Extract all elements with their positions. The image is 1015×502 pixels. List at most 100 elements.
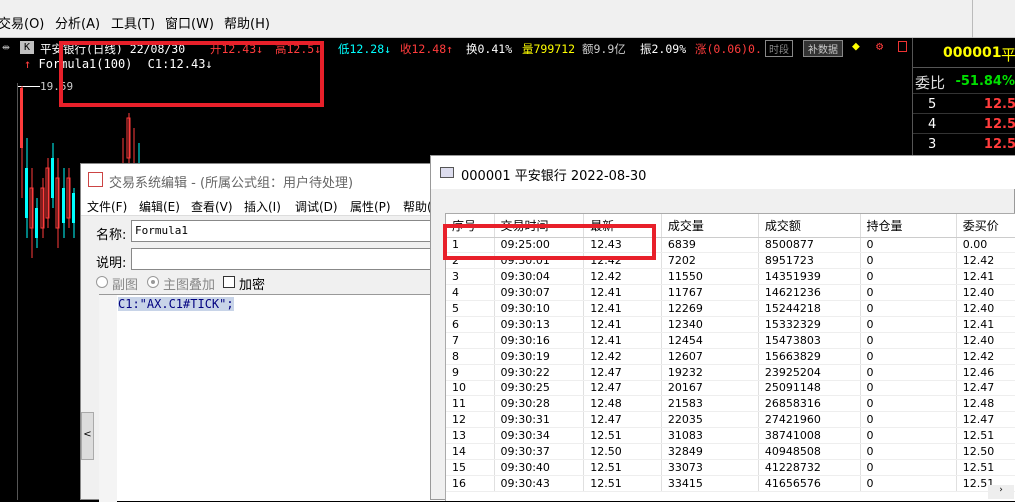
table-cell: 9: [446, 364, 495, 381]
menu-trade[interactable]: 交易(O): [0, 13, 44, 32]
table-cell: 31083: [661, 427, 759, 445]
candle-body: [25, 168, 28, 218]
table-cell: 0: [860, 252, 957, 270]
toolbar-divider: [972, 0, 973, 38]
formula-description-input[interactable]: [131, 248, 449, 270]
table-row[interactable]: 8 09:30:19 12.42 12607 15663829 0 12.42: [446, 348, 1015, 365]
table-cell: 12.46: [956, 364, 1015, 381]
menu-window[interactable]: 窗口(W): [165, 13, 214, 32]
table-cell: 40948508: [758, 443, 861, 460]
candle-body: [35, 208, 38, 238]
table-row[interactable]: 12 09:30:31 12.47 22035 27421960 0 12.47: [446, 411, 1015, 429]
table-row[interactable]: 16 09:30:43 12.51 33415 41656576 0 12.51: [446, 475, 1015, 492]
collapse-left-icon[interactable]: <: [81, 412, 94, 460]
formula-editor-menubar: 文件(F) 编辑(E) 查看(V) 插入(I) 调试(D) 属性(P) 帮助(: [81, 194, 449, 216]
table-cell: 20167: [661, 380, 759, 397]
table-row[interactable]: 5 09:30:10 12.41 12269 15244218 0 12.40: [446, 300, 1015, 317]
tick-data-window: 000001 平安银行 2022-08-30 序号 交易时间 最新 成交量 成交额 持仓量…: [430, 155, 1015, 501]
table-row[interactable]: 10 09:30:25 12.47 20167 25091148 0 12.47: [446, 380, 1015, 397]
weibi-label: 委比: [915, 74, 946, 92]
table-cell: 19232: [661, 364, 759, 381]
table-cell: 12.41: [956, 316, 1015, 333]
table-cell: 11550: [661, 268, 759, 286]
table-cell: 0: [860, 316, 957, 333]
table-row[interactable]: 14 09:30:37 12.50 32849 40948508 0 12.50: [446, 443, 1015, 460]
main-menubar: 交易(O) 分析(A) 工具(T) 窗口(W) 帮助(H): [0, 0, 1015, 38]
table-row[interactable]: 15 09:30:40 12.51 33073 41228732 0 12.51: [446, 459, 1015, 476]
table-cell: 33073: [661, 459, 759, 476]
table-cell: 09:30:07: [494, 284, 585, 302]
table-row[interactable]: 6 09:30:13 12.41 12340 15332329 0 12.41: [446, 316, 1015, 333]
table-cell: 12.41: [583, 284, 662, 302]
column-header[interactable]: 成交额: [758, 214, 861, 238]
weibi-value: -51.84%: [955, 74, 1015, 89]
ask-level-price: 12.5: [983, 97, 1015, 112]
fe-menu-insert[interactable]: 插入(I): [244, 198, 281, 215]
table-cell: 15663829: [758, 348, 861, 365]
fe-menu-file[interactable]: 文件(F): [87, 198, 127, 215]
column-header[interactable]: 持仓量: [860, 214, 957, 238]
fe-menu-debug[interactable]: 调试(D): [295, 198, 338, 215]
table-cell: 0: [860, 332, 957, 349]
table-cell: 11767: [661, 284, 759, 302]
sub-chart-label: 副图: [112, 278, 139, 293]
column-header[interactable]: 委买价: [956, 214, 1015, 238]
fe-menu-edit[interactable]: 编辑(E): [139, 198, 180, 215]
quote-divider: [913, 67, 1015, 68]
table-cell: 0: [860, 364, 957, 381]
table-cell: 12: [446, 411, 495, 429]
ask-level-3: 3 12.5: [913, 133, 1015, 153]
table-row[interactable]: 7 09:30:16 12.41 12454 15473803 0 12.40: [446, 332, 1015, 349]
sub-chart-radio[interactable]: [96, 276, 108, 288]
tick-window-titlebar[interactable]: 000001 平安银行 2022-08-30: [431, 156, 1015, 189]
table-cell: 0: [860, 268, 957, 286]
table-cell: 6839: [661, 237, 759, 254]
candle-body: [20, 88, 23, 148]
table-cell: 12.40: [956, 284, 1015, 302]
column-header[interactable]: 成交量: [661, 214, 759, 238]
encrypt-checkbox[interactable]: [223, 276, 235, 288]
table-cell: 12.51: [956, 427, 1015, 445]
table-cell: 09:30:34: [494, 427, 585, 445]
table-cell: 11: [446, 395, 495, 413]
table-row[interactable]: 13 09:30:34 12.51 31083 38741008 0 12.51: [446, 427, 1015, 445]
menu-analysis[interactable]: 分析(A): [55, 13, 100, 32]
table-cell: 09:30:10: [494, 300, 585, 317]
description-label: 说明:: [96, 256, 127, 271]
formula-name-input[interactable]: Formula1: [131, 220, 449, 242]
formula-code-editor[interactable]: C1:"AX.C1#TICK";: [99, 294, 449, 502]
ask-level-5: 5 12.5: [913, 93, 1015, 113]
scroll-right-icon[interactable]: ›: [988, 485, 1014, 499]
formula-code-line[interactable]: C1:"AX.C1#TICK";: [118, 297, 234, 311]
encrypt-label: 加密: [239, 278, 266, 293]
table-cell: 12.42: [583, 348, 662, 365]
main-overlay-radio[interactable]: [147, 276, 159, 288]
formula-editor-window: 交易系统编辑 - (所属公式组：用户待处理) 文件(F) 编辑(E) 查看(V)…: [80, 163, 450, 502]
table-cell: 12269: [661, 300, 759, 317]
table-cell: 12.47: [583, 364, 662, 381]
candle-body: [62, 188, 65, 223]
table-row[interactable]: 3 09:30:04 12.42 11550 14351939 0 12.41: [446, 268, 1015, 286]
table-cell: 09:30:16: [494, 332, 585, 349]
table-cell: 3: [446, 268, 495, 286]
table-cell: 8951723: [758, 252, 861, 270]
candle-body: [51, 158, 54, 198]
table-cell: 16: [446, 475, 495, 492]
table-cell: 12.41: [956, 268, 1015, 286]
fe-menu-view[interactable]: 查看(V): [191, 198, 233, 215]
table-cell: 21583: [661, 395, 759, 413]
table-row[interactable]: 9 09:30:22 12.47 19232 23925204 0 12.46: [446, 364, 1015, 381]
table-cell: 09:30:22: [494, 364, 585, 381]
fe-menu-help[interactable]: 帮助(: [403, 198, 432, 215]
fe-menu-properties[interactable]: 属性(P): [350, 198, 391, 215]
name-label: 名称:: [96, 228, 127, 243]
formula-editor-titlebar[interactable]: 交易系统编辑 - (所属公式组：用户待处理): [81, 164, 449, 194]
table-cell: 38741008: [758, 427, 861, 445]
table-row[interactable]: 11 09:30:28 12.48 21583 26858316 0 12.48: [446, 395, 1015, 413]
menu-help[interactable]: 帮助(H): [224, 13, 270, 32]
menu-tools[interactable]: 工具(T): [111, 13, 155, 32]
table-row[interactable]: 4 09:30:07 12.41 11767 14621236 0 12.40: [446, 284, 1015, 302]
table-cell: 12.41: [583, 300, 662, 317]
table-cell: 0: [860, 380, 957, 397]
table-cell: 12.51: [956, 459, 1015, 476]
